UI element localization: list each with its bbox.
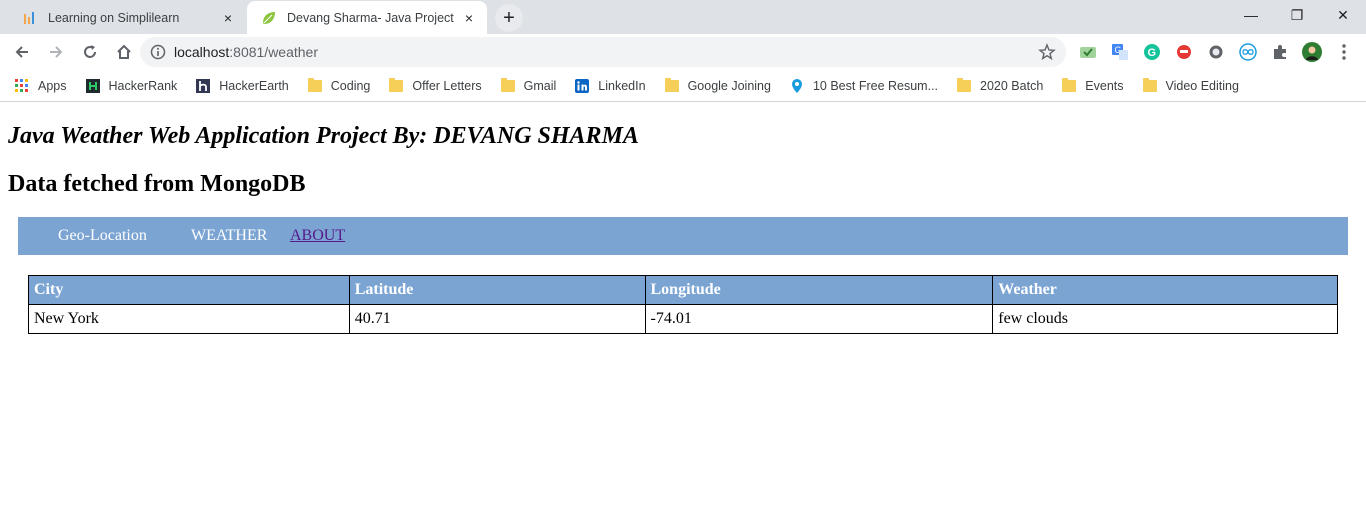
- table-header-row: City Latitude Longitude Weather: [28, 275, 1338, 305]
- site-navbar: Geo-Location WEATHER ABOUT: [18, 217, 1348, 255]
- tab-strip: Learning on Simplilearn × Devang Sharma-…: [0, 0, 1366, 34]
- reload-button[interactable]: [74, 36, 106, 68]
- cell-city: New York: [28, 304, 350, 334]
- bookmark-label: Gmail: [523, 78, 557, 93]
- page-title: Java Weather Web Application Project By:…: [8, 123, 639, 149]
- close-tab-icon[interactable]: ×: [461, 10, 477, 26]
- browser-toolbar: localhost:8081/weather G G: [0, 34, 1366, 70]
- header-latitude: Latitude: [348, 275, 646, 305]
- folder-icon: [956, 77, 972, 94]
- record-icon[interactable]: [1206, 42, 1226, 62]
- bookmark-2020-batch[interactable]: 2020 Batch: [956, 77, 1044, 94]
- close-window-button[interactable]: ✕: [1320, 0, 1366, 30]
- table-row: New York 40.71 -74.01 few clouds: [28, 304, 1338, 334]
- weather-table: City Latitude Longitude Weather New York…: [28, 275, 1338, 334]
- bookmark-coding[interactable]: Coding: [307, 77, 371, 94]
- bookmark-label: Coding: [330, 78, 371, 93]
- folder-icon: [388, 77, 404, 94]
- location-pin-icon: [789, 78, 805, 94]
- home-icon: [117, 44, 131, 59]
- folder-icon: [1061, 77, 1077, 94]
- cell-weather: few clouds: [992, 304, 1338, 334]
- svg-text:G: G: [1148, 47, 1157, 59]
- nav-weather[interactable]: WEATHER: [191, 227, 267, 245]
- bookmark-label: Events: [1085, 78, 1124, 93]
- bookmark-hackerearth[interactable]: HackerEarth: [195, 78, 289, 94]
- bookmark-apps[interactable]: Apps: [14, 78, 67, 94]
- bookmark-video-editing[interactable]: Video Editing: [1142, 77, 1239, 94]
- chat-bubble-icon[interactable]: [1174, 42, 1194, 62]
- address-bar[interactable]: localhost:8081/weather: [140, 37, 1066, 67]
- header-city: City: [28, 275, 350, 305]
- puzzle-extensions-icon[interactable]: [1270, 42, 1290, 62]
- tab-devang-project[interactable]: Devang Sharma- Java Project ×: [247, 1, 487, 34]
- minimize-button[interactable]: —: [1228, 0, 1274, 30]
- simplilearn-icon: [22, 10, 38, 26]
- grammarly-icon[interactable]: G: [1142, 42, 1162, 62]
- bookmark-google-joining[interactable]: Google Joining: [664, 77, 771, 94]
- bookmark-label: HackerEarth: [219, 78, 289, 93]
- bookmarks-bar: Apps HackerRank HackerEarth Coding Offer…: [0, 70, 1366, 102]
- folder-icon: [1142, 77, 1158, 94]
- bookmark-offer-letters[interactable]: Offer Letters: [388, 77, 482, 94]
- linkedin-icon: [574, 78, 590, 94]
- back-arrow-icon: [15, 46, 28, 58]
- bookmark-label: 2020 Batch: [980, 78, 1044, 93]
- bookmark-label: Video Editing: [1165, 78, 1239, 93]
- folder-icon: [664, 77, 680, 94]
- new-tab-button[interactable]: +: [495, 4, 523, 32]
- url-host: localhost: [174, 44, 230, 60]
- infinity-icon[interactable]: [1238, 42, 1258, 62]
- back-button[interactable]: [6, 36, 38, 68]
- cell-longitude: -74.01: [644, 304, 994, 334]
- tab-simplilearn[interactable]: Learning on Simplilearn ×: [8, 1, 246, 34]
- translate-icon[interactable]: G: [1110, 42, 1130, 62]
- forward-button[interactable]: [40, 36, 72, 68]
- tab-title: Learning on Simplilearn: [48, 10, 180, 25]
- bookmark-label: HackerRank: [108, 78, 178, 93]
- nav-about-link[interactable]: ABOUT: [290, 227, 345, 245]
- bookmark-star-icon[interactable]: [1038, 43, 1056, 61]
- bookmark-gmail[interactable]: Gmail: [500, 77, 557, 94]
- page-subtitle: Data fetched from MongoDB: [8, 171, 306, 197]
- tab-title: Devang Sharma- Java Project: [287, 10, 454, 25]
- cell-latitude: 40.71: [348, 304, 646, 334]
- apps-grid-icon: [14, 78, 30, 94]
- bookmark-events[interactable]: Events: [1061, 77, 1124, 94]
- window-controls: — ❐ ✕: [1228, 0, 1366, 30]
- header-weather: Weather: [992, 275, 1338, 305]
- hackerrank-icon: [85, 78, 101, 94]
- home-button[interactable]: [108, 36, 140, 68]
- reload-icon: [84, 45, 96, 58]
- folder-icon: [307, 77, 323, 94]
- folder-icon: [500, 77, 516, 94]
- bookmark-linkedin[interactable]: LinkedIn: [574, 78, 646, 94]
- url-path: :8081/weather: [229, 44, 318, 60]
- bookmark-label: 10 Best Free Resum...: [812, 78, 939, 93]
- menu-kebab-icon[interactable]: [1334, 42, 1354, 62]
- nav-geo-location[interactable]: Geo-Location: [58, 227, 147, 245]
- bookmark-label: Offer Letters: [412, 78, 482, 93]
- info-icon: [150, 44, 166, 60]
- bookmark-label: Apps: [38, 78, 67, 93]
- bookmark-label: LinkedIn: [598, 78, 646, 93]
- restore-button[interactable]: ❐: [1274, 0, 1320, 30]
- avatar[interactable]: [1302, 42, 1322, 62]
- spring-leaf-icon: [261, 10, 277, 26]
- plus-icon: +: [503, 6, 515, 29]
- hackerearth-icon: [195, 78, 211, 94]
- forward-arrow-icon: [50, 46, 63, 58]
- bookmark-label: Google Joining: [687, 78, 771, 93]
- bookmark-hackerrank[interactable]: HackerRank: [85, 78, 178, 94]
- header-longitude: Longitude: [644, 275, 994, 305]
- extension-check-icon[interactable]: [1078, 42, 1098, 62]
- close-tab-icon[interactable]: ×: [220, 10, 236, 26]
- bookmark-resume[interactable]: 10 Best Free Resum...: [789, 78, 938, 94]
